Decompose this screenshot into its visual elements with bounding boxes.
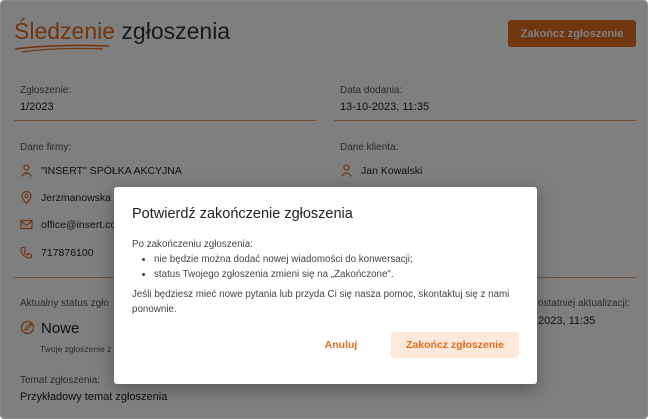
dialog-consequences-list: nie będzie można dodać nowej wiadomości …: [154, 252, 522, 282]
dialog-title: Potwierdź zakończenie zgłoszenia: [132, 206, 353, 222]
confirm-end-button[interactable]: Zakończ zgłoszenie: [391, 332, 519, 358]
cancel-button[interactable]: Anuluj: [312, 332, 370, 358]
app-window: Śledzenie zgłoszenia Zakończ zgłoszenie …: [0, 0, 648, 419]
dialog-consequence-item: nie będzie można dodać nowej wiadomości …: [154, 252, 522, 267]
dialog-outro: Jeśli będziesz mieć nowe pytania lub prz…: [132, 289, 510, 315]
dialog-body: Po zakończeniu zgłoszenia: nie będzie mo…: [132, 237, 522, 317]
confirm-end-dialog: Potwierdź zakończenie zgłoszenia Po zako…: [114, 187, 537, 384]
dialog-consequence-item: status Twojego zgłoszenia zmieni się na …: [154, 267, 522, 282]
dialog-intro: Po zakończeniu zgłoszenia:: [132, 239, 253, 250]
